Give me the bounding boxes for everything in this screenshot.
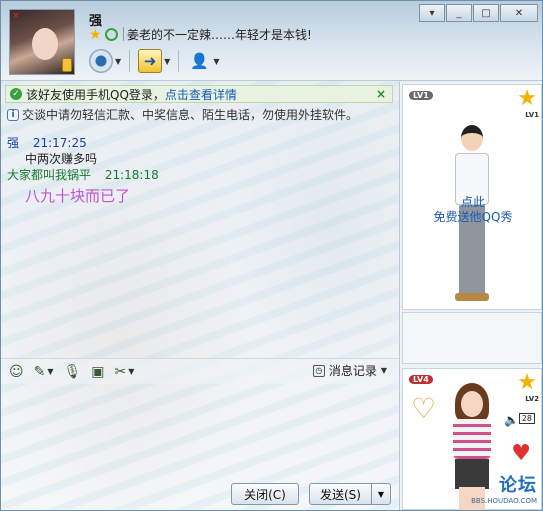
minimize-button[interactable]: _ (446, 4, 472, 22)
action-buttons: 关闭(C) 发送(S) ▼ (1, 478, 399, 510)
mobile-login-notice: ✓ 该好友使用手机QQ登录， 点击查看详情 × (5, 85, 393, 103)
chat-panel: ✓ 该好友使用手机QQ登录， 点击查看详情 × i 交谈中请勿轻信汇款、中奖信息… (1, 82, 399, 510)
scissors-icon: ✂ (114, 363, 127, 380)
qq-show-spacer (402, 312, 542, 364)
toolbar-divider (178, 50, 180, 72)
my-qq-show[interactable]: LV4 ★ LV2 ♡ 🔈 28 ♥ 论坛 BBS.HOUDAO.COM (402, 368, 542, 510)
webcam-icon (89, 49, 113, 73)
watermark-title: 论坛 (499, 475, 537, 496)
star-icon: ★ (517, 86, 537, 111)
message-time: 21:17:25 (32, 136, 87, 150)
avatar-close-icon: × (12, 11, 20, 21)
clock-icon: ◷ (312, 364, 325, 377)
chevron-down-icon: ▼ (164, 56, 171, 66)
message-header: 大家都叫我锅平 21:18:18 (7, 166, 393, 182)
figure-head (461, 125, 483, 151)
file-transfer-button[interactable]: ➜ ▼ (138, 47, 170, 75)
gift-qq-show-link[interactable]: 点此 免费送他QQ秀 (403, 195, 542, 225)
message-text: 八九十块而已了 (25, 187, 131, 205)
info-icon: i (7, 108, 19, 121)
mobile-phone-icon (62, 58, 72, 72)
chat-header: × 强 ★ 姜老的不一定辣……年轻才是本钱! ▾ _ □ ✕ ▼ ➜ ▼ 👤 ▼ (1, 1, 542, 81)
window-controls: ▾ _ □ ✕ (419, 4, 538, 22)
emoji-icon[interactable]: ☺ (9, 364, 24, 380)
gift-link-line2: 免费送他QQ秀 (433, 210, 513, 224)
input-toolbar: ☺ ✎ ▼ 🎙 ▣ ✂ ▼ ◷ 消息记录 ▼ (1, 358, 399, 384)
figure-face (461, 391, 483, 417)
mobile-notice-text: 该好友使用手机QQ登录， (26, 87, 165, 102)
history-label: 消息记录 (328, 364, 377, 378)
qq-show-panel: LV1 ★ LV1 点此 免费送他QQ秀 LV4 ★ LV2 ♡ 🔈 28 ♥ (399, 82, 542, 510)
window-menu-button[interactable]: ▾ (419, 4, 445, 22)
image-icon[interactable]: ▣ (91, 364, 104, 380)
view-details-link[interactable]: 点击查看详情 (165, 86, 237, 103)
contact-avatar[interactable]: × (9, 9, 75, 75)
message-history-button[interactable]: ◷ 消息记录 ▼ (312, 362, 387, 379)
star-level-label: LV2 (525, 395, 539, 403)
message-history: 强 21:17:25 中两次赚多吗 大家都叫我锅平 21:18:18 八九十块而… (7, 134, 393, 206)
count-badge: 28 (518, 413, 535, 424)
speaker-icon[interactable]: 🔈 (504, 413, 519, 427)
avatar-face (32, 28, 58, 60)
transfer-arrow-icon: ➜ (138, 49, 163, 73)
toolbar-divider (129, 50, 131, 72)
dismiss-notice-icon[interactable]: × (376, 87, 386, 101)
message-sender: 强 (7, 136, 20, 150)
forum-watermark: 论坛 BBS.HOUDAO.COM (471, 471, 537, 505)
font-style-button[interactable]: ✎ ▼ (34, 364, 54, 380)
screenshot-button[interactable]: ✂ ▼ (115, 364, 135, 380)
maximize-button[interactable]: □ (473, 4, 499, 22)
heart-icon: ♥ (511, 441, 531, 466)
level-badge: LV1 (409, 91, 433, 100)
figure-top (453, 419, 491, 459)
send-options-chevron-icon[interactable]: ▼ (372, 490, 390, 499)
pencil-icon: ✎ (33, 363, 46, 380)
contact-signature: 姜老的不一定辣……年轻才是本钱! (127, 28, 312, 42)
level-badge: LV4 (409, 375, 433, 384)
star-level-label: LV1 (525, 111, 539, 119)
online-status-icon (105, 28, 118, 41)
chevron-down-icon: ▼ (213, 56, 220, 66)
contact-qq-show[interactable]: LV1 ★ LV1 点此 免费送他QQ秀 (402, 84, 542, 310)
send-button-group: 发送(S) ▼ (309, 483, 391, 505)
signature-divider (123, 27, 124, 41)
heart-outline-icon: ♡ (411, 392, 437, 425)
message-text: 中两次赚多吗 (25, 152, 98, 166)
message-sender: 大家都叫我锅平 (7, 168, 92, 182)
message-header: 强 21:17:25 (7, 134, 393, 150)
chevron-down-icon: ▼ (380, 366, 387, 375)
message-time: 21:18:18 (104, 168, 159, 182)
check-icon: ✓ (10, 88, 22, 100)
header-toolbar: ▼ ➜ ▼ 👤 ▼ (89, 47, 219, 75)
chevron-down-icon: ▼ (128, 367, 135, 376)
person-icon: 👤 (189, 52, 209, 70)
star-icon[interactable]: ★ (89, 27, 102, 43)
microphone-icon[interactable]: 🎙 (64, 364, 82, 380)
watermark-url: BBS.HOUDAO.COM (471, 497, 537, 505)
chevron-down-icon: ▼ (115, 56, 122, 66)
send-button[interactable]: 发送(S) (310, 484, 372, 504)
gift-link-line1: 点此 (460, 195, 485, 209)
star-icon: ★ (517, 370, 537, 395)
security-notice-text: 交谈中请勿轻信汇款、中奖信息、陌生电话，勿使用外挂软件。 (22, 108, 359, 122)
close-button[interactable]: 关闭(C) (231, 483, 299, 505)
close-window-button[interactable]: ✕ (500, 4, 538, 22)
qq-chat-window: × 强 ★ 姜老的不一定辣……年轻才是本钱! ▾ _ □ ✕ ▼ ➜ ▼ 👤 ▼… (0, 0, 543, 511)
figure-shoes (455, 293, 489, 301)
chevron-down-icon: ▼ (47, 367, 54, 376)
message-input[interactable] (1, 384, 399, 478)
security-notice: i 交谈中请勿轻信汇款、中奖信息、陌生电话，勿使用外挂软件。 (7, 106, 358, 123)
video-call-button[interactable]: ▼ (89, 47, 121, 75)
contact-info-button[interactable]: 👤 ▼ (187, 47, 220, 75)
